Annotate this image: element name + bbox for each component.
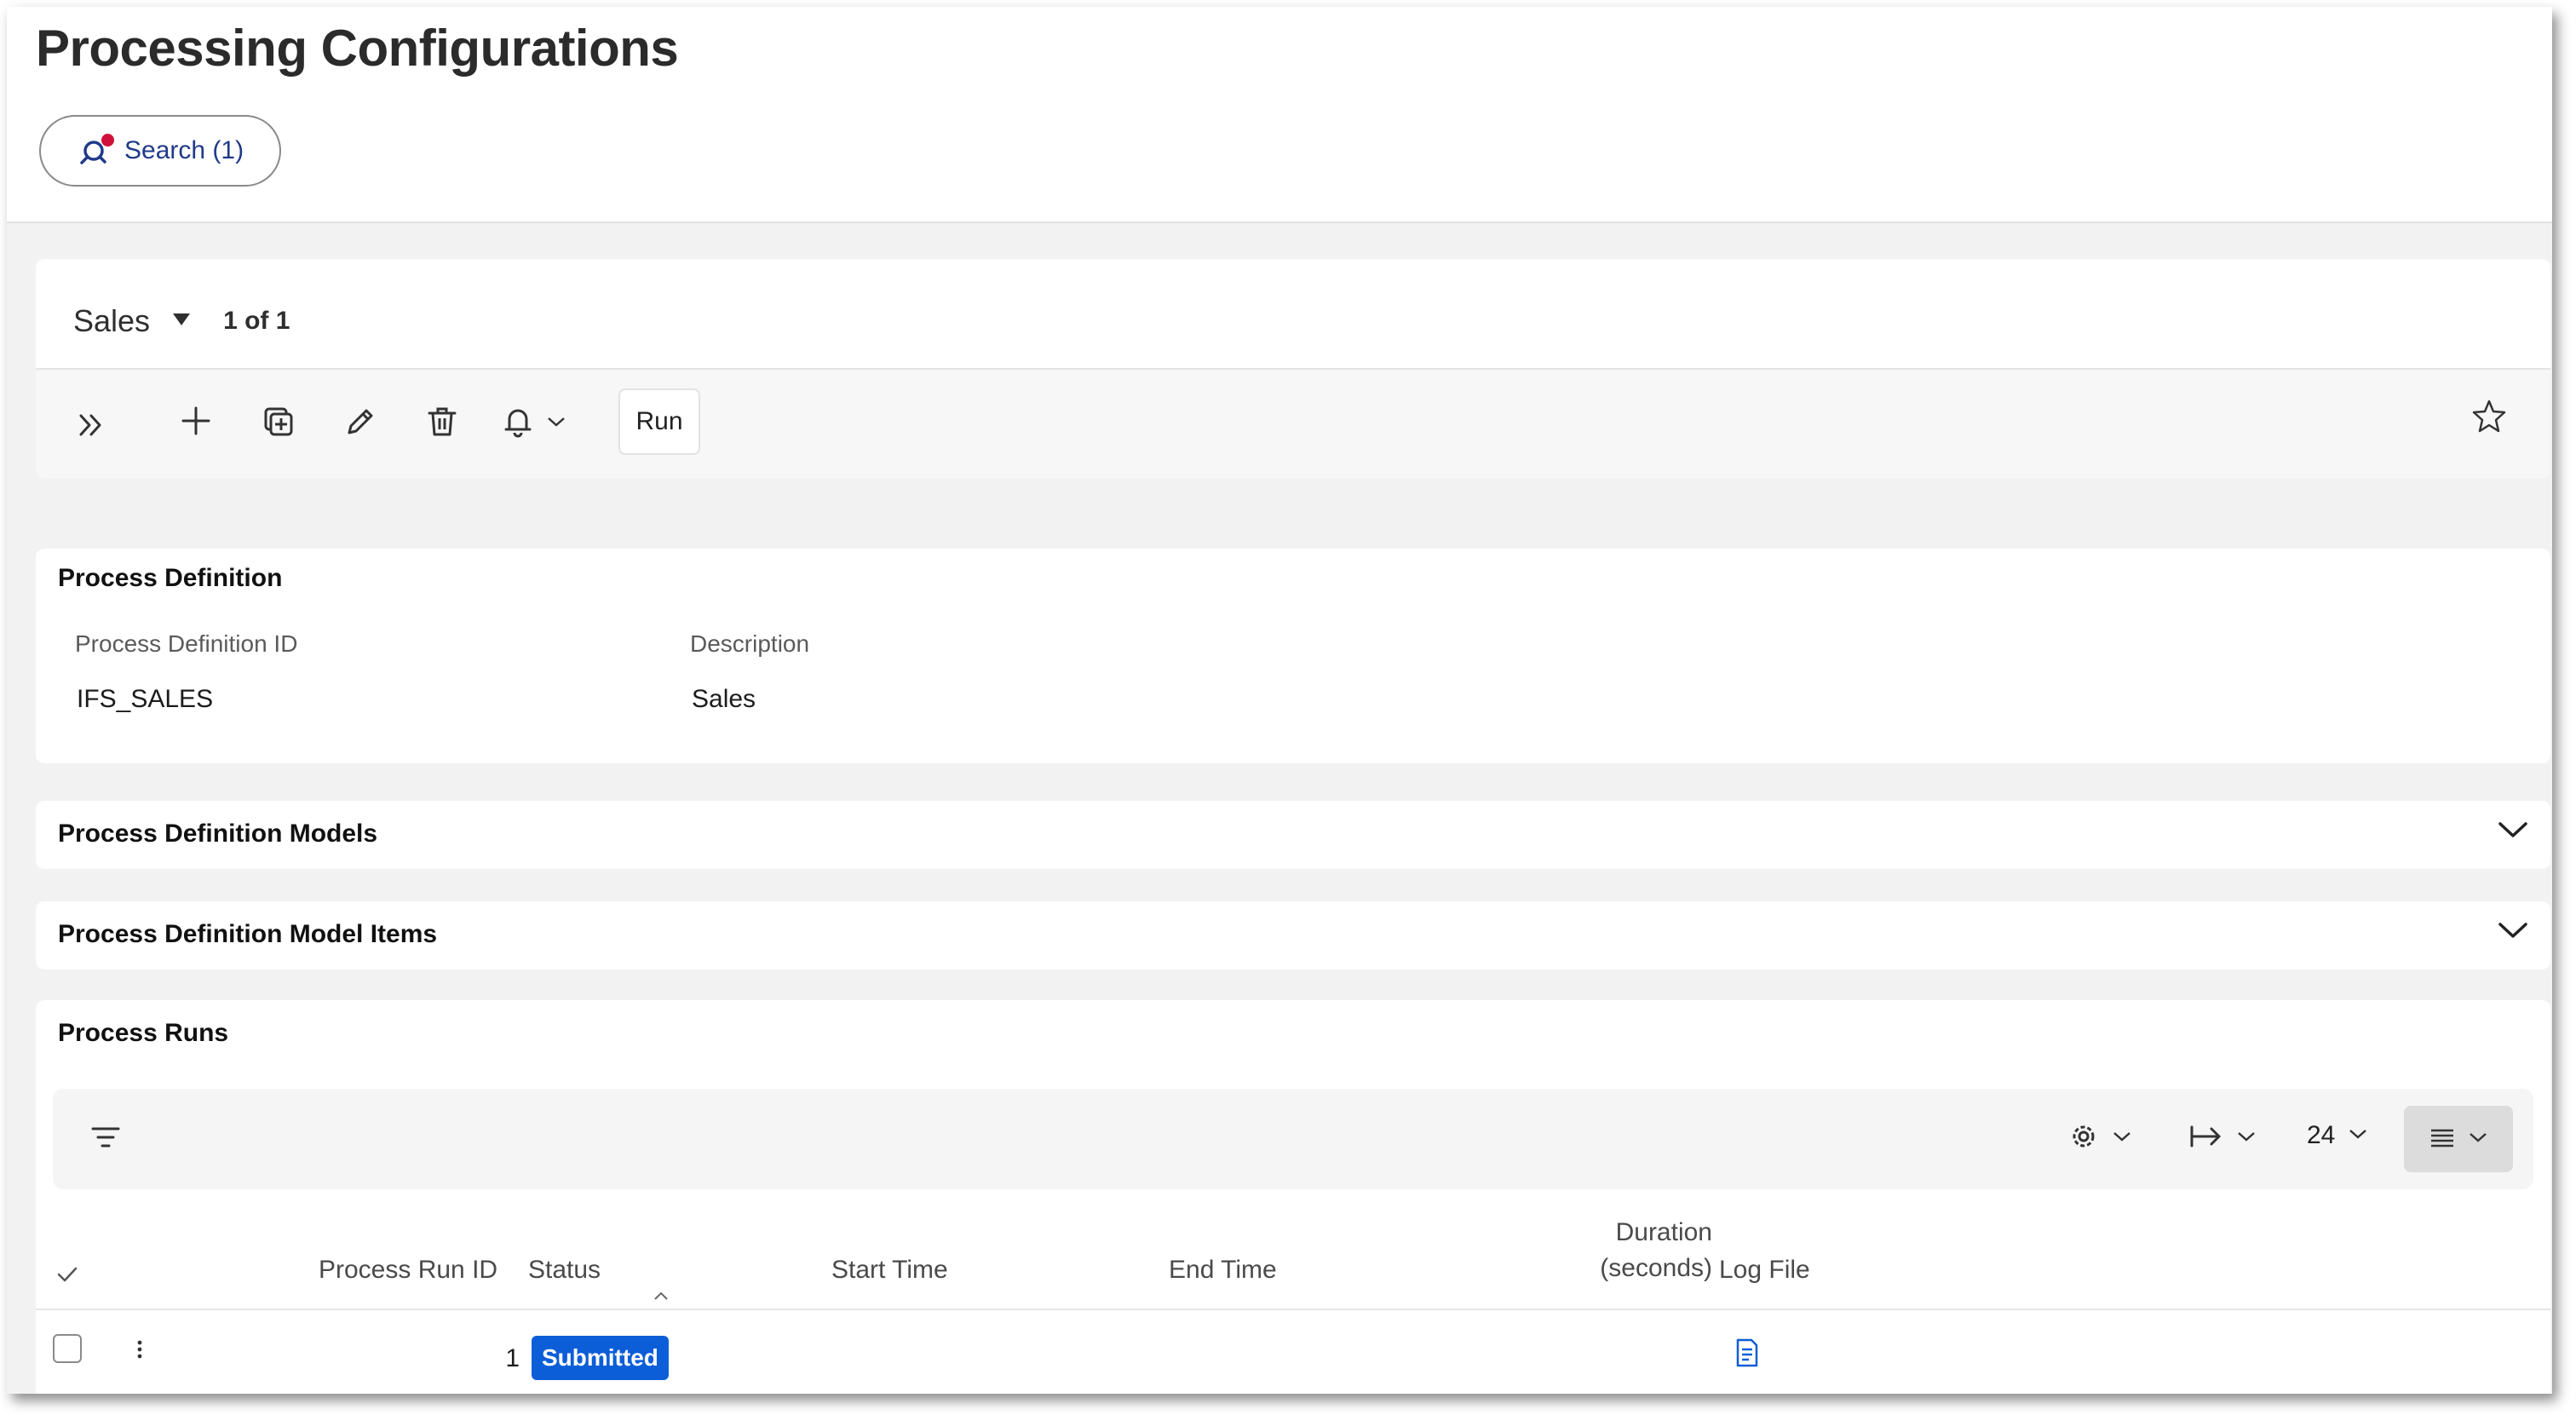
process-definition-models-section[interactable]: Process Definition Models	[36, 801, 2550, 869]
process-definition-id-label: Process Definition ID	[75, 630, 298, 657]
record-count: 1 of 1	[223, 307, 290, 335]
record-card: Sales 1 of 1 Run	[36, 259, 2550, 478]
description-label: Description	[690, 630, 810, 657]
command-toolbar: Run	[36, 368, 2550, 478]
chevron-down-icon	[2469, 1131, 2487, 1148]
column-header-duration[interactable]: Duration (seconds)	[1549, 1218, 1712, 1283]
column-header-start-time[interactable]: Start Time	[831, 1256, 948, 1285]
export-menu[interactable]	[2189, 1123, 2256, 1154]
row-checkbox[interactable]	[53, 1334, 82, 1363]
page-title: Processing Configurations	[36, 20, 679, 77]
column-header-duration-line1: Duration	[1615, 1218, 1712, 1246]
kebab-icon[interactable]	[136, 1339, 143, 1364]
view-mode-menu[interactable]	[2404, 1106, 2513, 1172]
bell-icon	[503, 406, 533, 438]
log-file-icon[interactable]	[1734, 1337, 1760, 1372]
bell-menu[interactable]	[503, 406, 566, 438]
gear-icon	[2068, 1121, 2099, 1156]
record-selector-row: Sales 1 of 1	[73, 303, 290, 339]
duplicate-icon[interactable]	[262, 406, 295, 438]
page-size-select[interactable]: 24	[2307, 1121, 2367, 1150]
search-icon	[80, 134, 114, 168]
process-definition-model-items-section[interactable]: Process Definition Model Items	[36, 901, 2550, 969]
pencil-icon[interactable]	[344, 406, 377, 438]
header-divider	[36, 1309, 2550, 1310]
process-definition-card: Process Definition Process Definition ID…	[36, 549, 2550, 763]
plus-icon[interactable]	[181, 406, 211, 436]
chevron-down-icon[interactable]	[2498, 920, 2528, 945]
column-header-duration-line2: (seconds)	[1600, 1254, 1712, 1282]
process-definition-model-items-title: Process Definition Model Items	[58, 920, 438, 948]
page-header: Processing Configurations Search (1)	[7, 7, 2552, 223]
process-runs-card: Process Runs 24 Process Run ID Status St…	[36, 1000, 2550, 1394]
process-definition-title: Process Definition	[58, 564, 283, 592]
arrow-right-bar-icon	[2189, 1123, 2223, 1154]
chevron-down-icon	[2349, 1128, 2367, 1144]
chevron-down-icon[interactable]	[2498, 820, 2528, 844]
record-selector[interactable]: Sales	[73, 303, 150, 339]
select-all-check-icon[interactable]	[56, 1266, 78, 1287]
app-window: Processing Configurations Search (1) Sal…	[7, 7, 2552, 1394]
column-header-log-file[interactable]: Log File	[1719, 1256, 1810, 1285]
page-size-value: 24	[2307, 1121, 2336, 1149]
sort-up-icon[interactable]	[653, 1290, 670, 1305]
chevron-down-icon	[547, 416, 566, 428]
trash-icon[interactable]	[426, 406, 458, 438]
cell-process-run-id: 1	[505, 1344, 520, 1372]
star-icon[interactable]	[2472, 399, 2506, 433]
chevron-down-icon	[2113, 1130, 2131, 1147]
description-value: Sales	[692, 685, 756, 713]
status-badge: Submitted	[532, 1336, 669, 1380]
list-view-icon	[2429, 1127, 2455, 1152]
settings-menu[interactable]	[2068, 1121, 2131, 1156]
grid-toolbar: 24	[53, 1089, 2533, 1189]
filter-icon[interactable]	[90, 1125, 121, 1150]
run-button[interactable]: Run	[618, 388, 700, 455]
caret-down-icon[interactable]	[172, 312, 191, 331]
process-runs-title: Process Runs	[58, 1019, 229, 1047]
column-header-end-time[interactable]: End Time	[1169, 1256, 1277, 1285]
search-button-label: Search (1)	[124, 136, 244, 164]
process-definition-id-value: IFS_SALES	[77, 685, 214, 713]
search-button[interactable]: Search (1)	[39, 115, 281, 187]
double-chevron-right-icon[interactable]	[77, 411, 106, 440]
notification-dot	[101, 134, 114, 147]
chevron-down-icon	[2237, 1130, 2256, 1147]
process-definition-models-title: Process Definition Models	[58, 820, 378, 848]
column-header-process-run-id[interactable]: Process Run ID	[319, 1256, 497, 1285]
column-header-status[interactable]: Status	[528, 1256, 601, 1285]
